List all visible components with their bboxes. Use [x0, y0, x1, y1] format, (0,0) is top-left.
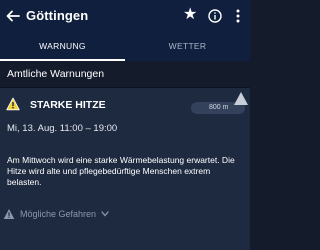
- tab-warnung[interactable]: WARNUNG: [0, 34, 125, 61]
- warning-outline-icon: [3, 209, 15, 219]
- tab-bar: WARNUNG WETTER: [0, 34, 250, 61]
- warning-title: STARKE HITZE: [30, 99, 106, 111]
- app-bar: Göttingen ★: [0, 0, 250, 34]
- mountain-triangle-icon: [234, 92, 248, 105]
- altitude-value: 800 m: [209, 104, 229, 111]
- star-icon[interactable]: ★: [183, 6, 197, 24]
- section-title: Amtliche Warnungen: [0, 61, 250, 88]
- warning-date: Mi, 13. Aug. 11:00 – 19:00: [7, 123, 118, 134]
- info-icon[interactable]: [208, 9, 222, 23]
- tab-wetter[interactable]: WETTER: [125, 34, 250, 61]
- warning-icon: [6, 97, 20, 111]
- arrow-back-icon[interactable]: [6, 9, 20, 23]
- warning-card[interactable]: STARKE HITZE 800 m Mi, 13. Aug. 11:00 – …: [0, 88, 250, 250]
- chevron-down-icon: [101, 211, 109, 217]
- possible-hazards-label: Mögliche Gefahren: [20, 209, 97, 219]
- more-vert-icon[interactable]: [235, 8, 241, 24]
- warning-description: Am Mittwoch wird eine starke Wärmebelast…: [7, 155, 235, 187]
- page-title: Göttingen: [26, 8, 89, 23]
- altitude-badge: 800 m: [191, 92, 248, 114]
